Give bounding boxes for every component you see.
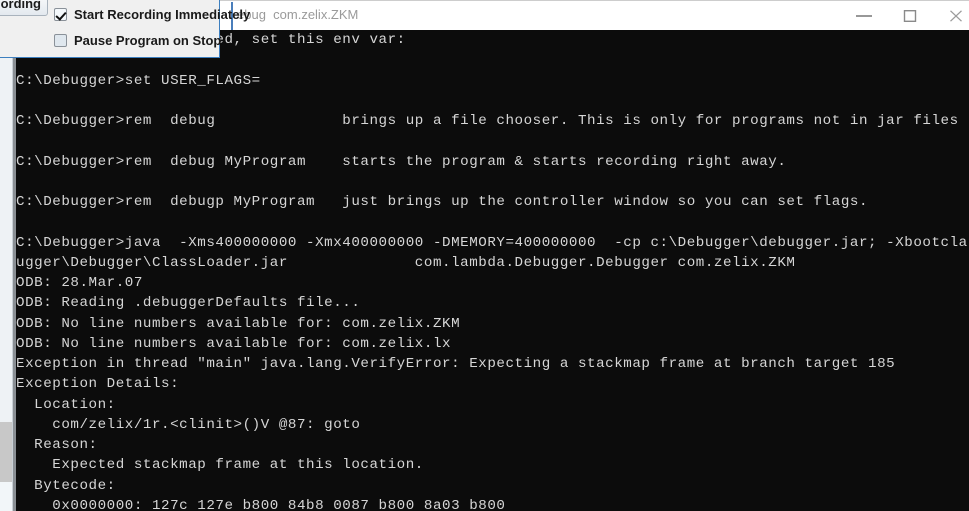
console-line: ODB: No line numbers available for: com.… [16,315,461,332]
maximize-icon [903,10,917,22]
console-line: com/zelix/1r.<clinit>()V @87: goto [16,416,361,433]
minimize-button[interactable] [841,1,887,31]
minimize-icon [856,15,872,17]
console-line: ODB: Reading .debuggerDefaults file... [16,295,361,312]
console-output-area[interactable]: l user flags are desired, set this env v… [13,30,969,511]
start-recording-button[interactable]: ording [0,0,48,16]
console-line: Bytecode: [16,477,116,494]
console-line: C:\Debugger>set USER_FLAGS= [16,72,261,89]
console-line: Exception in thread "main" java.lang.Ver… [16,356,896,372]
checkbox-start-recording-immediately[interactable]: Start Recording Immediately [54,7,250,27]
close-icon [950,10,962,22]
window-title: ebug com.zelix.ZKM [237,7,359,22]
recording-options-panel: ording Start Recording Immediately Pause… [0,0,250,58]
console-line: C:\Debugger>rem debug MyProgram starts t… [16,153,787,170]
console-line: Exception Details: [16,376,180,393]
checkbox-start-recording-immediately-box[interactable] [54,8,67,21]
checkbox-pause-program-on-stop-label: Pause Program on Stop [74,33,222,48]
console-text: l user flags are desired, set this env v… [16,30,969,511]
console-line: ODB: No line numbers available for: com.… [16,335,452,352]
console-line: Reason: [16,437,98,453]
background-window-lower-panel [0,422,12,482]
console-line: C:\Debugger>rem debugp MyProgram just br… [16,194,869,210]
console-line: ODB: 28.Mar.07 [16,275,143,291]
maximize-button[interactable] [887,1,933,31]
console-line: 0x0000000: 127c 127e b800 84b8 0087 b800… [16,497,506,511]
checkbox-start-recording-immediately-label: Start Recording Immediately [74,7,251,22]
close-button[interactable] [933,1,969,31]
console-line: Expected stackmap frame at this location… [16,457,424,474]
console-line: C:\Debugger>rem debug brings up a file c… [16,113,959,129]
background-window-strip [0,0,13,511]
console-window: ebug com.zelix.ZKM l user flags ar [13,0,969,511]
console-line: ugger\Debugger\ClassLoader.jar com.lambd… [16,254,796,271]
background-window-bottom-panel [0,482,12,511]
console-line: Location: [16,396,116,413]
screen-root: ebug com.zelix.ZKM l user flags ar [0,0,969,511]
checkbox-pause-program-on-stop[interactable]: Pause Program on Stop [54,33,221,53]
checkbox-pause-program-on-stop-box[interactable] [54,34,67,47]
console-line: C:\Debugger>java -Xms400000000 -Xmx40000… [16,234,969,251]
